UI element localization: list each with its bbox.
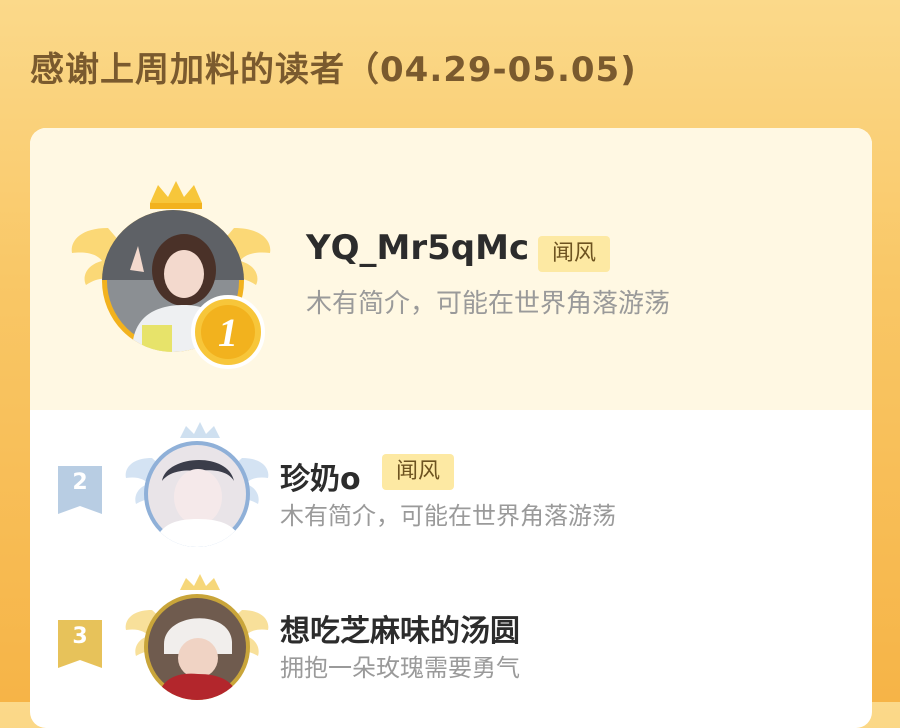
reader-bio: 木有简介，可能在世界角落游荡 [280,502,616,530]
reader-bio: 木有简介，可能在世界角落游荡 [306,289,671,319]
rank-number: 2 [72,470,88,495]
avatar[interactable] [144,441,250,547]
svg-text:1: 1 [218,310,238,355]
page-title: 感谢上周加料的读者（04.29-05.05) [30,50,637,90]
reader-name[interactable]: YQ_Mr5qMc [306,228,529,268]
avatar[interactable] [144,594,250,700]
reader-name[interactable]: 想吃芝麻味的汤圆 [280,606,520,650]
reader-ranking-card: 1 YQ_Mr5qMc 闻风 木有简介，可能在世界角落游荡 2 珍奶o 闻风 木… [30,128,872,728]
reader-name[interactable]: 珍奶o [280,454,361,498]
rank-number: 3 [72,624,88,649]
rank-1-medal-icon: 1 [191,295,265,369]
level-badge: 闻风 [382,454,455,490]
level-badge: 闻风 [538,236,611,272]
reader-bio: 拥抱一朵玫瑰需要勇气 [280,654,520,682]
